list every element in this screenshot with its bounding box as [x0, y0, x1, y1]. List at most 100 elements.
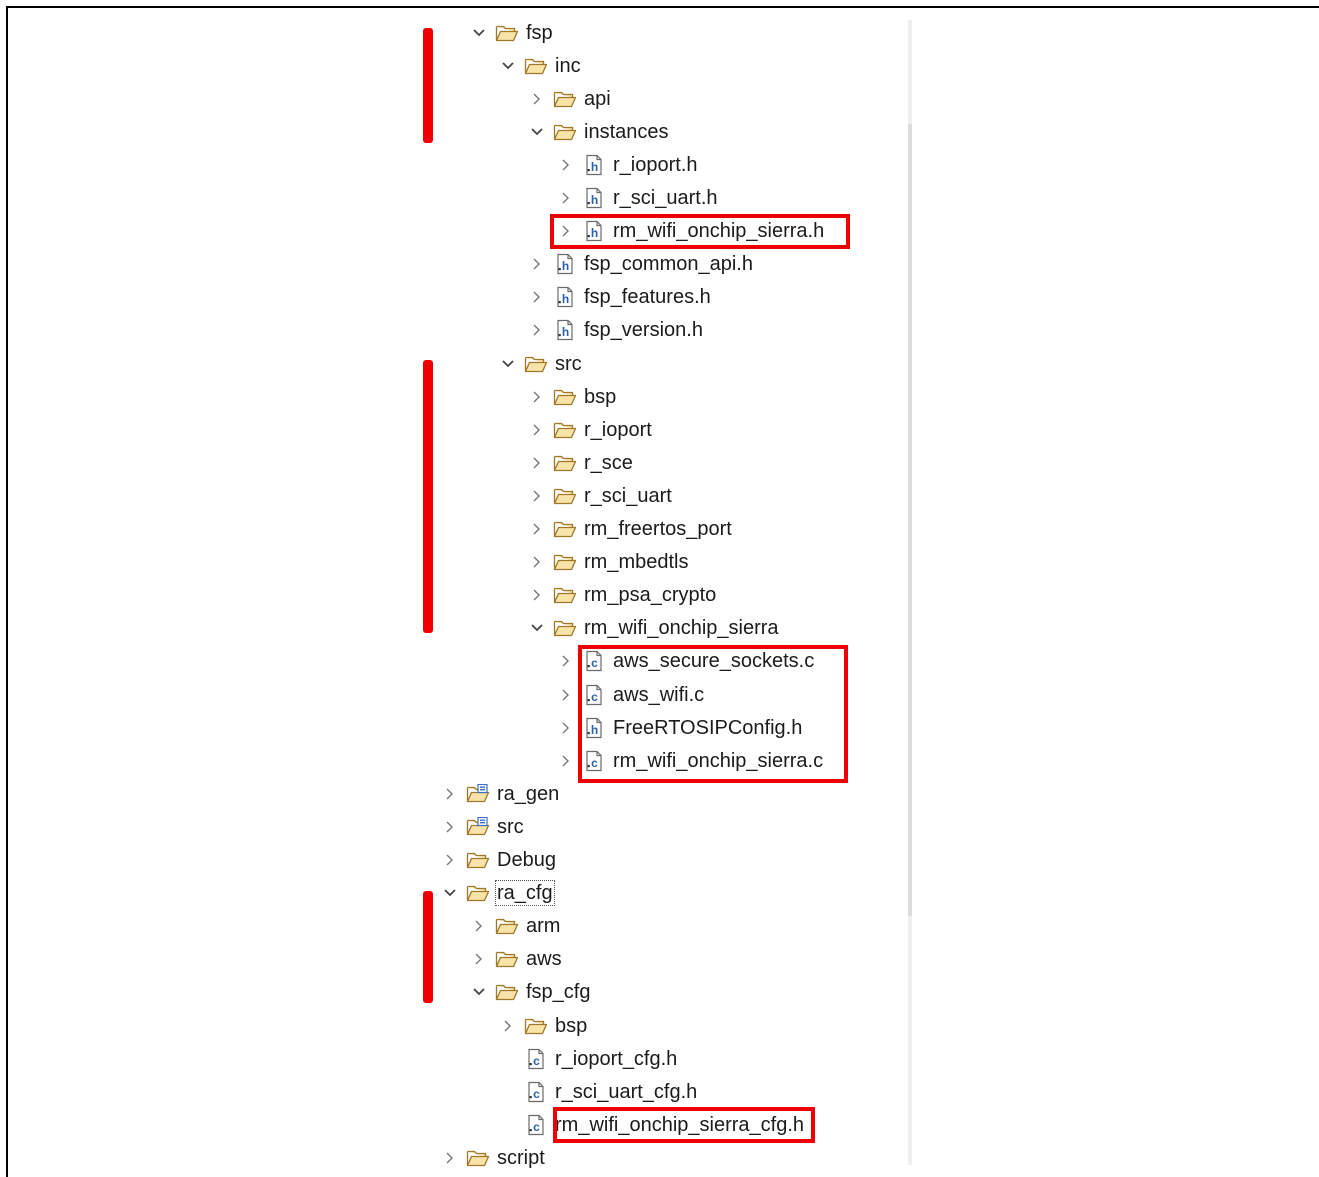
chevron-right-icon[interactable]	[527, 420, 547, 440]
tree-item-label: r_ioport	[584, 418, 652, 441]
chevron-down-icon[interactable]	[527, 618, 547, 638]
header-file-icon: h	[582, 154, 606, 176]
chevron-right-icon[interactable]	[556, 718, 576, 738]
chevron-right-icon[interactable]	[440, 850, 460, 870]
folder-open-icon	[553, 88, 577, 110]
highlight-box-sierra-sources	[578, 645, 848, 783]
tree-item-label: r_ioport.h	[613, 153, 698, 176]
chevron-right-icon[interactable]	[556, 685, 576, 705]
chevron-down-icon[interactable]	[469, 982, 489, 1002]
tree-item-label: arm	[526, 915, 561, 938]
tree-item-fsp[interactable]: fsp	[469, 16, 554, 49]
tree-item-rm-wifi-onchip-sierra[interactable]: rm_wifi_onchip_sierra	[527, 612, 780, 645]
tree-item-src[interactable]: src	[440, 810, 525, 843]
folder-open-icon	[553, 551, 577, 573]
tree-item-label: aws	[526, 948, 562, 971]
chevron-down-icon[interactable]	[440, 883, 460, 903]
folder-open-icon	[495, 981, 519, 1003]
folder-open-icon	[466, 1147, 490, 1169]
folder-open-icon	[524, 55, 548, 77]
tree-item-bsp[interactable]: bsp	[527, 380, 617, 413]
header-file-icon: h	[553, 319, 577, 341]
tree-item-api[interactable]: api	[527, 82, 612, 115]
tree-item-fsp-version-h[interactable]: h fsp_version.h	[527, 314, 704, 347]
tree-item-arm[interactable]: arm	[469, 910, 561, 943]
folder-open-icon	[495, 948, 519, 970]
tree-item-rm-freertos-port[interactable]: rm_freertos_port	[527, 513, 733, 546]
chevron-right-icon[interactable]	[440, 817, 460, 837]
chevron-right-icon[interactable]	[527, 89, 547, 109]
tree-item-rm-psa-crypto[interactable]: rm_psa_crypto	[527, 579, 717, 612]
tree-item-script[interactable]: script	[440, 1141, 546, 1174]
folder-open-icon	[466, 882, 490, 904]
tree-item-fsp-common-api-h[interactable]: h fsp_common_api.h	[527, 248, 754, 281]
chevron-right-icon[interactable]	[527, 320, 547, 340]
tree-item-bsp[interactable]: bsp	[498, 1009, 588, 1042]
chevron-right-icon[interactable]	[527, 254, 547, 274]
tree-item-instances[interactable]: instances	[527, 115, 670, 148]
folder-open-icon	[553, 452, 577, 474]
tree-item-r-ioport[interactable]: r_ioport	[527, 413, 653, 446]
chevron-right-icon[interactable]	[440, 1148, 460, 1168]
chevron-right-icon[interactable]	[527, 552, 547, 572]
scrollbar-thumb[interactable]	[908, 124, 912, 916]
folder-open-icon	[524, 1015, 548, 1037]
tree-item-ra-gen[interactable]: ra_gen	[440, 777, 560, 810]
chevron-right-icon[interactable]	[469, 916, 489, 936]
tree-item-fsp-cfg[interactable]: fsp_cfg	[469, 976, 591, 1009]
tree-item-r-sci-uart-h[interactable]: h r_sci_uart.h	[556, 182, 719, 215]
chevron-down-icon[interactable]	[498, 354, 518, 374]
chevron-right-icon[interactable]	[556, 751, 576, 771]
tree-item-label: instances	[584, 120, 669, 143]
chevron-down-icon[interactable]	[498, 56, 518, 76]
chevron-right-icon[interactable]	[527, 519, 547, 539]
chevron-down-icon[interactable]	[469, 23, 489, 43]
chevron-right-icon[interactable]	[498, 1016, 518, 1036]
svg-text:c: c	[533, 1120, 540, 1134]
folder-open-icon	[553, 617, 577, 639]
svg-text:h: h	[562, 259, 569, 273]
tree-item-r-sci-uart-cfg-h[interactable]: c r_sci_uart_cfg.h	[498, 1075, 698, 1108]
tree-item-label: ra_gen	[497, 782, 560, 805]
tree-item-label: fsp_version.h	[584, 319, 703, 342]
red-annotation-bar-ra-cfg	[423, 891, 433, 1003]
tree-item-label: fsp	[526, 21, 553, 44]
chevron-down-icon[interactable]	[527, 122, 547, 142]
tree-item-rm-mbedtls[interactable]: rm_mbedtls	[527, 546, 689, 579]
tree-item-r-ioport-cfg-h[interactable]: c r_ioport_cfg.h	[498, 1042, 678, 1075]
svg-text:c: c	[533, 1054, 540, 1068]
chevron-right-icon[interactable]	[469, 949, 489, 969]
tree-item-aws[interactable]: aws	[469, 943, 563, 976]
chevron-right-icon[interactable]	[527, 585, 547, 605]
tree-item-label: fsp_cfg	[526, 981, 591, 1004]
chevron-right-icon[interactable]	[527, 486, 547, 506]
chevron-right-icon[interactable]	[556, 651, 576, 671]
tree-item-label: api	[584, 87, 611, 110]
chevron-right-icon[interactable]	[527, 453, 547, 473]
tree-item-ra-cfg[interactable]: ra_cfg	[440, 877, 555, 910]
tree-item-fsp-features-h[interactable]: h fsp_features.h	[527, 281, 712, 314]
folder-open-icon	[524, 353, 548, 375]
svg-text:h: h	[591, 160, 598, 174]
chevron-right-icon[interactable]	[440, 784, 460, 804]
svg-text:h: h	[562, 292, 569, 306]
tree-item-inc[interactable]: inc	[498, 49, 582, 82]
vertical-scrollbar[interactable]	[908, 20, 912, 1165]
tree-item-debug[interactable]: Debug	[440, 844, 557, 877]
folder-open-icon	[553, 386, 577, 408]
header-file-icon: h	[582, 187, 606, 209]
tree-item-label: r_sci_uart_cfg.h	[555, 1080, 698, 1103]
tree-item-src[interactable]: src	[498, 347, 583, 380]
tree-item-r-ioport-h[interactable]: h r_ioport.h	[556, 148, 699, 181]
folder-open-icon	[553, 584, 577, 606]
project-explorer-tree: fsp inc api instances h r_ioport.h h r_sci_uart…	[440, 16, 910, 1177]
folder-open-icon	[553, 485, 577, 507]
chevron-right-icon[interactable]	[556, 188, 576, 208]
tree-item-r-sci-uart[interactable]: r_sci_uart	[527, 479, 673, 512]
tree-item-label: rm_mbedtls	[584, 551, 689, 574]
c-file-icon: c	[524, 1114, 548, 1136]
chevron-right-icon[interactable]	[556, 155, 576, 175]
chevron-right-icon[interactable]	[527, 287, 547, 307]
tree-item-r-sce[interactable]: r_sce	[527, 446, 634, 479]
chevron-right-icon[interactable]	[527, 387, 547, 407]
